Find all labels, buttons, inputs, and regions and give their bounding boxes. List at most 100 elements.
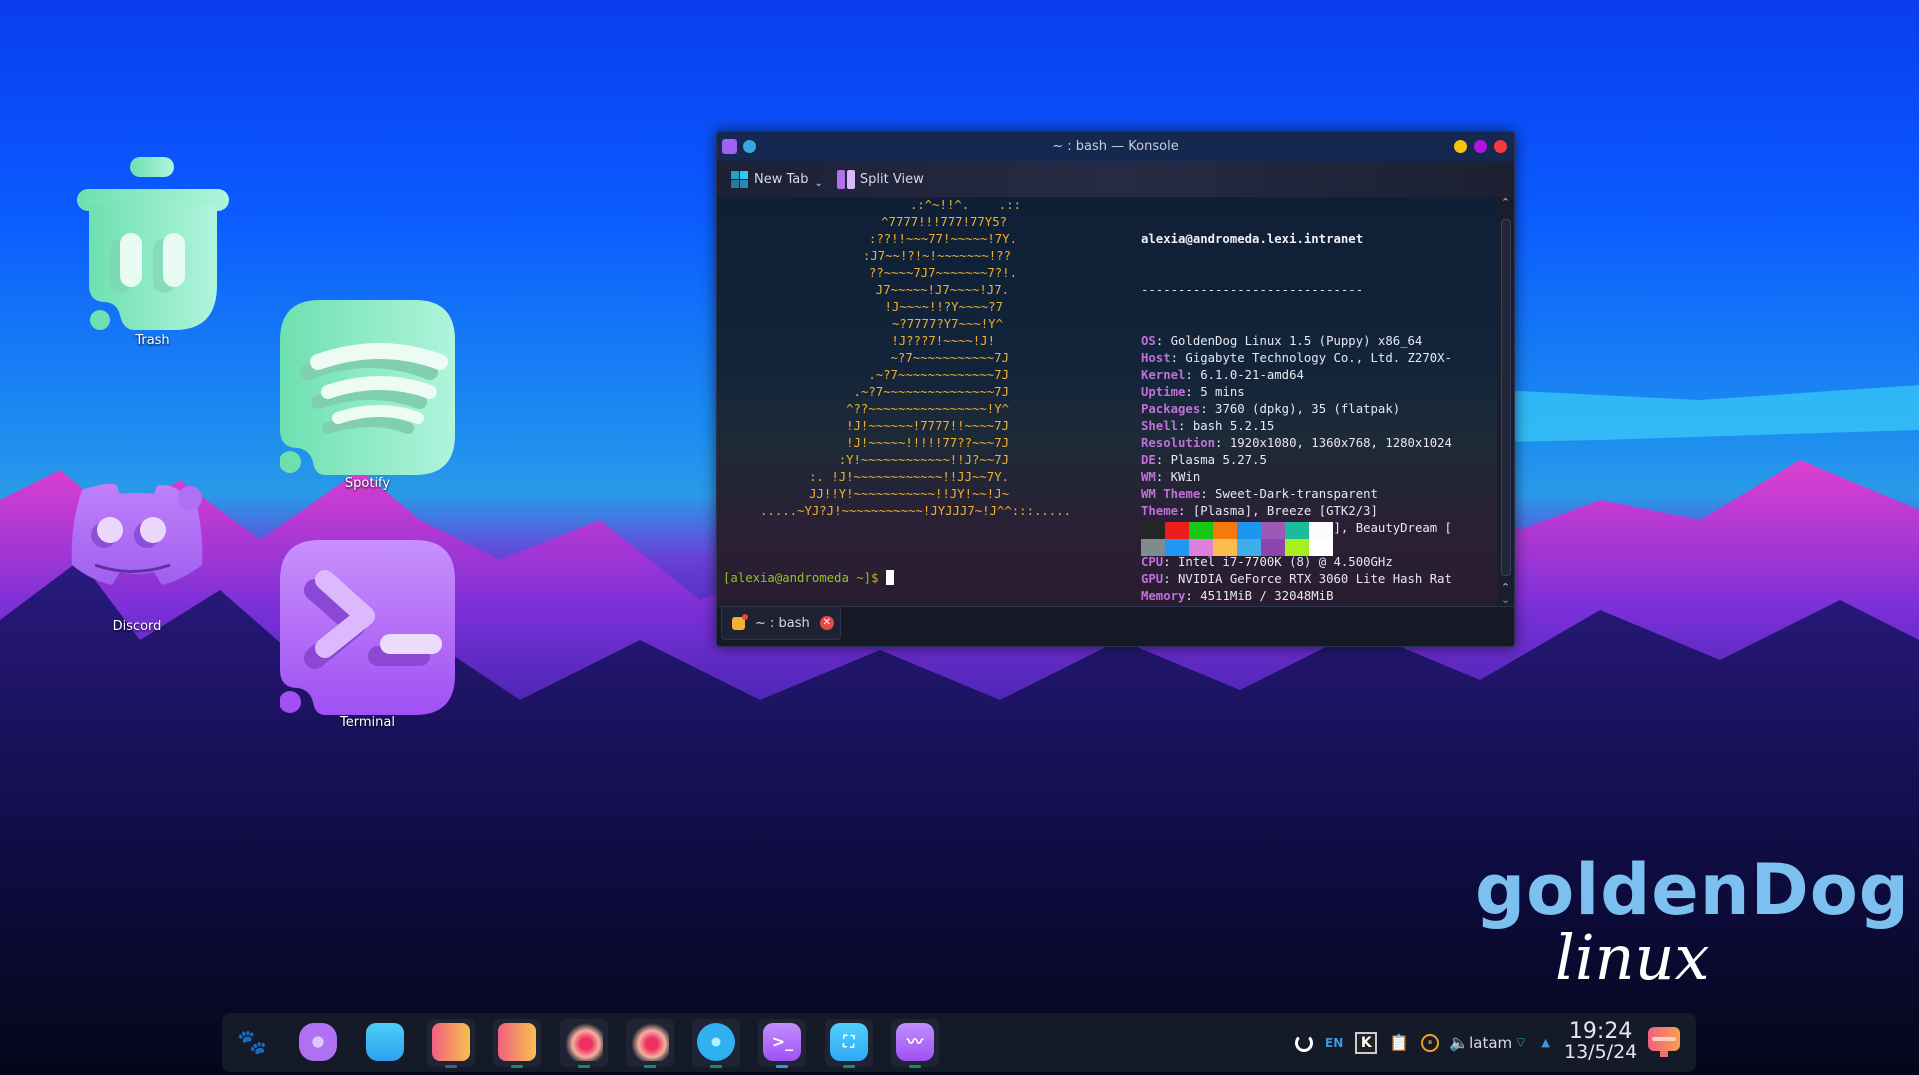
- minimize-button[interactable]: [1454, 140, 1467, 153]
- running-indicator: [776, 1065, 789, 1068]
- taskbar-app-files-1[interactable]: [426, 1019, 475, 1068]
- taskbar-app-konsole[interactable]: >_: [758, 1019, 807, 1068]
- power-management-icon[interactable]: [1295, 1033, 1313, 1052]
- volume-icon[interactable]: 🔈: [1449, 1033, 1469, 1052]
- shell-prompt[interactable]: [alexia@andromeda ~]$: [723, 570, 894, 587]
- kleopatra-icon[interactable]: K: [1355, 1031, 1378, 1054]
- prompt-text: [alexia@andromeda ~]: [723, 571, 872, 585]
- separator: ------------------------------: [1141, 283, 1364, 297]
- color-swatch: [1309, 539, 1333, 556]
- desktop-icon-discord[interactable]: Discord: [62, 480, 212, 640]
- taskbar-app-image-viewer[interactable]: 〰: [891, 1019, 939, 1068]
- logo-brand: goldenDog: [1475, 849, 1910, 931]
- logo-sub: linux: [1555, 921, 1710, 994]
- color-swatch: [1237, 539, 1261, 556]
- info-line: CPU: Intel i7-7700K (8) @ 4.500GHz: [1141, 554, 1452, 571]
- desktop-icon-label: Discord: [112, 619, 162, 634]
- compass-icon: [697, 1023, 736, 1061]
- close-button[interactable]: [1494, 140, 1507, 153]
- color-palette: [1141, 522, 1333, 556]
- taskbar-app-firefox-1[interactable]: [559, 1019, 608, 1068]
- clock-date: 13/5/24: [1564, 1041, 1638, 1063]
- terminal-icon: [279, 540, 455, 715]
- taskbar-app-discover[interactable]: [361, 1019, 409, 1067]
- color-swatch: [1141, 539, 1165, 556]
- maximize-button[interactable]: [1474, 140, 1487, 153]
- color-swatch: [1261, 539, 1285, 556]
- info-value: : bash 5.2.15: [1178, 419, 1275, 433]
- folder-icon: [498, 1023, 537, 1061]
- close-tab-icon[interactable]: ✕: [819, 616, 834, 630]
- show-desktop-icon[interactable]: [1648, 1027, 1680, 1057]
- info-key: OS: [1141, 334, 1156, 348]
- wifi-icon[interactable]: ⌔: [1514, 1034, 1527, 1052]
- info-line: Host: Gigabyte Technology Co., Ltd. Z270…: [1141, 350, 1452, 367]
- desktop-icon-label: Terminal: [340, 715, 395, 730]
- ascii-line: ~?7777?Y7~~~!Y^: [891, 317, 1003, 331]
- taskbar: 🐾 >_ ⛶ 〰 EN K 📋 ⏸ 🔈 latam ⌔ ▲ 19:24 13/5/24: [222, 1013, 1696, 1072]
- info-line: Resolution: 1920x1080, 1360x768, 1280x10…: [1141, 435, 1452, 452]
- taskbar-app-firefox-2[interactable]: [625, 1019, 674, 1068]
- clipboard-icon[interactable]: 📋: [1389, 1033, 1409, 1052]
- info-value: : Intel i7-7700K (8) @ 4.500GHz: [1163, 555, 1393, 569]
- info-line: DE: Plasma 5.27.5: [1141, 452, 1452, 469]
- color-swatch: [1165, 539, 1189, 556]
- taskbar-app-screenshot[interactable]: ⛶: [824, 1019, 873, 1068]
- info-key: Packages: [1141, 402, 1201, 416]
- tab-bash[interactable]: ~ : bash ✕: [721, 607, 841, 640]
- color-swatch: [1189, 539, 1213, 556]
- color-swatch: [1285, 539, 1309, 556]
- discord-icon: [71, 483, 203, 585]
- desktop-icon-terminal[interactable]: Terminal: [279, 540, 455, 735]
- info-line: WM: KWin: [1141, 469, 1452, 486]
- terminal-scrollbar[interactable]: ⌃ ⌃ ⌄: [1497, 197, 1514, 606]
- taskbar-app-settings[interactable]: [294, 1019, 342, 1067]
- info-key: Memory: [1141, 589, 1186, 603]
- split-view-button[interactable]: Split View: [836, 169, 924, 189]
- digital-clock[interactable]: 19:24 13/5/24: [1564, 1021, 1637, 1063]
- clock-time: 19:24: [1568, 1019, 1633, 1044]
- paw-icon: 🐾: [237, 1028, 267, 1056]
- ascii-line: :J7~~!?!~!~~~~~~~!??: [862, 249, 1011, 263]
- info-key: WM Theme: [1141, 487, 1201, 501]
- prompt-symbol: $: [871, 571, 879, 585]
- info-line: OS: GoldenDog Linux 1.5 (Puppy) x86_64: [1141, 333, 1452, 350]
- info-key: Host: [1141, 351, 1171, 365]
- system-tray: EN K 📋 ⏸ 🔈 latam ⌔ ▲: [1295, 1013, 1550, 1072]
- desktop-icon-label: Spotify: [344, 476, 391, 491]
- scroll-up-icon[interactable]: ⌃: [1497, 197, 1514, 209]
- text-cursor: [885, 570, 894, 585]
- tab-label: ~ : bash: [755, 615, 810, 631]
- ascii-line: !J!~~~~~~!7777!!~~~~7J: [846, 419, 1009, 433]
- taskbar-app-app-launcher[interactable]: 🐾: [228, 1019, 276, 1067]
- info-value: : Plasma 5.27.5: [1155, 453, 1267, 467]
- color-swatch: [1165, 522, 1189, 539]
- title-bar[interactable]: ~ : bash — Konsole: [717, 132, 1514, 161]
- running-indicator: [643, 1065, 656, 1068]
- chevron-down-icon[interactable]: ⌄: [815, 178, 823, 189]
- color-swatch: [1237, 522, 1261, 539]
- running-indicator: [444, 1065, 457, 1068]
- scroll-down-icon[interactable]: ⌄: [1497, 593, 1514, 606]
- keyboard-layout[interactable]: EN: [1325, 1036, 1343, 1050]
- desktop-icon-trash[interactable]: Trash: [75, 155, 230, 350]
- audio-device-label[interactable]: latam: [1469, 1034, 1512, 1052]
- ascii-line: .~?7~~~~~~~~~~~~~7J: [868, 368, 1009, 382]
- tray-expand-icon[interactable]: ▲: [1541, 1036, 1549, 1049]
- new-tab-label: New Tab: [754, 171, 809, 187]
- scrollbar-thumb[interactable]: [1501, 219, 1511, 576]
- color-swatch: [1309, 522, 1333, 539]
- running-indicator: [577, 1065, 590, 1068]
- konsole-window[interactable]: ~ : bash — Konsole New Tab ⌄ Split View …: [716, 131, 1515, 647]
- split-view-icon: [836, 169, 855, 189]
- media-pause-icon[interactable]: ⏸: [1421, 1033, 1440, 1052]
- color-swatch: [1261, 522, 1285, 539]
- new-tab-button[interactable]: New Tab ⌄: [731, 170, 823, 189]
- desktop-icon-label: Trash: [135, 333, 170, 348]
- terminal-output[interactable]: .:^~!!^. .:: ^7777!!!777!77Y5?:??!!~~~77!…: [717, 197, 1497, 606]
- info-key: Shell: [1141, 419, 1179, 433]
- ascii-line: :??!!~~~77!~~~~~!7Y.: [868, 232, 1017, 246]
- desktop-icon-spotify[interactable]: Spotify: [279, 300, 455, 495]
- taskbar-app-files-2[interactable]: [493, 1019, 542, 1068]
- taskbar-app-browser[interactable]: [692, 1019, 741, 1068]
